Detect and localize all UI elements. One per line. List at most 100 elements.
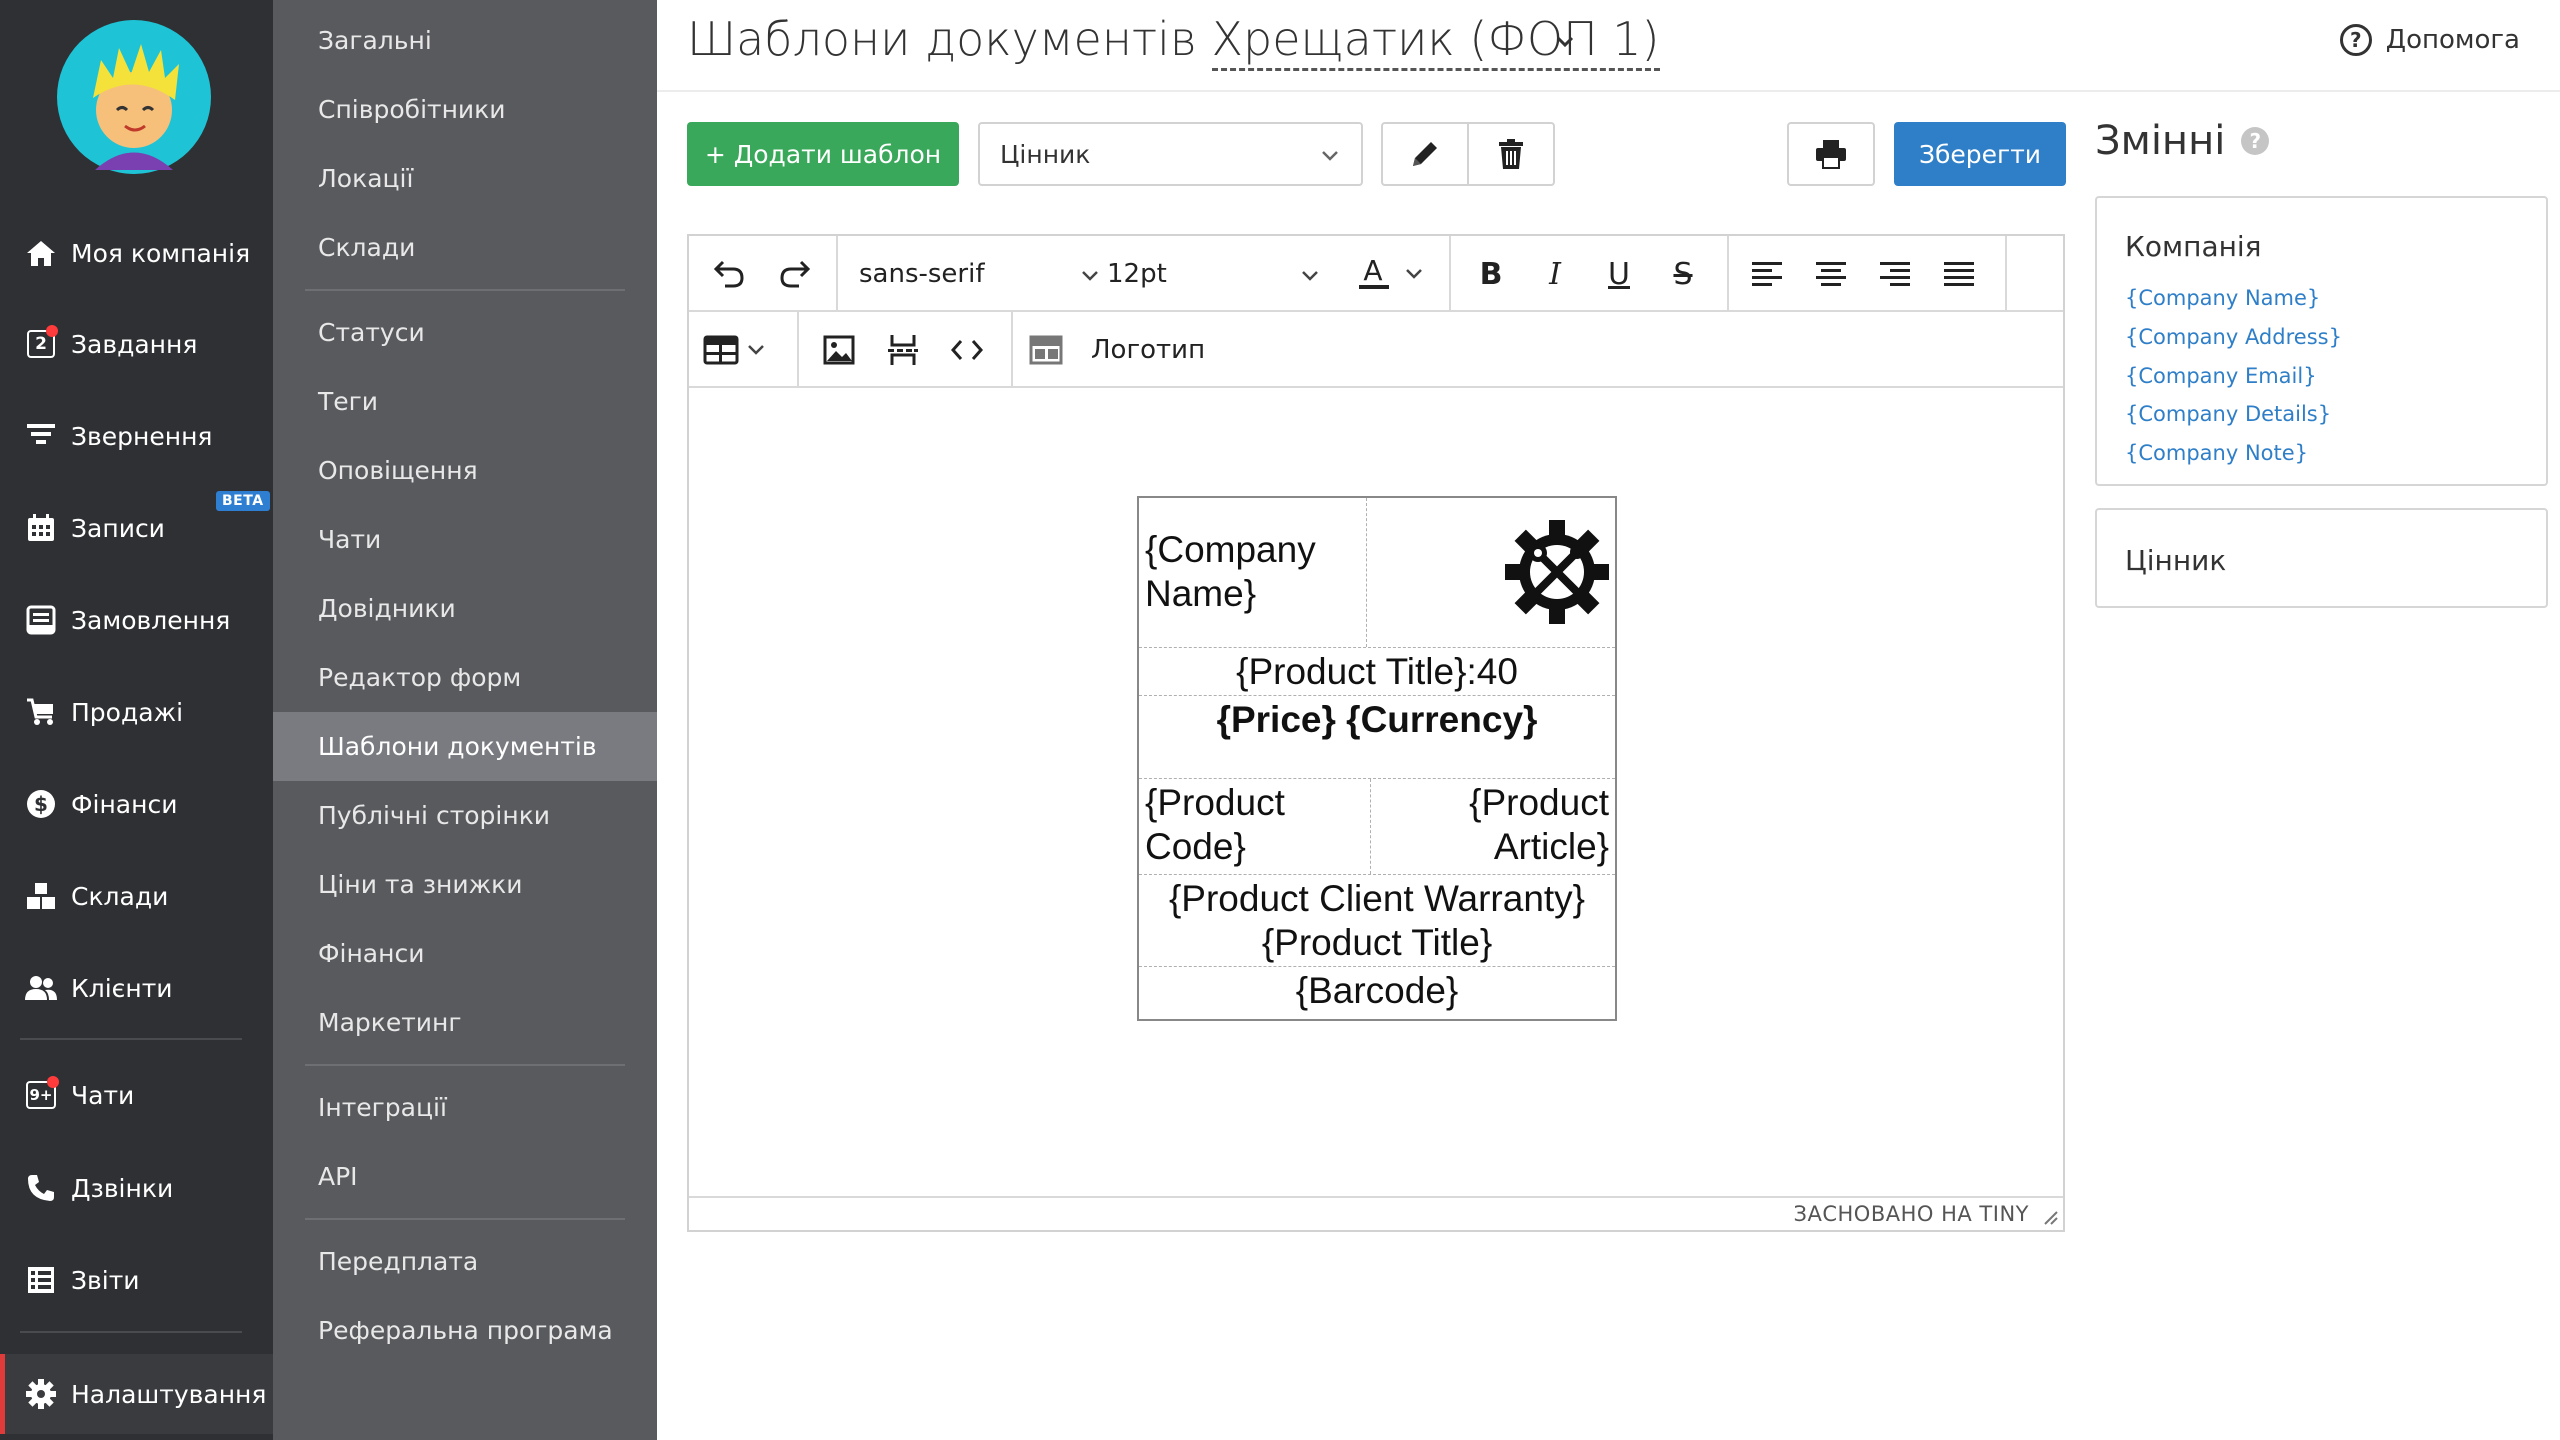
avatar[interactable]	[57, 20, 212, 175]
sidebar-item-warehouses[interactable]: Склади	[0, 864, 273, 928]
print-button[interactable]	[1787, 122, 1875, 186]
font-family-select[interactable]: sans-serif	[859, 236, 1109, 312]
variable-company-details[interactable]: {Company Details}	[2125, 402, 2331, 426]
editor-toolbar-row-2: Логотип	[689, 312, 2063, 388]
funnel-icon	[24, 419, 58, 453]
template-editor: sans-serif 12pt A B I U S Логотип {Compa…	[687, 234, 2065, 1232]
submenu-item-finance[interactable]: Фінанси	[273, 919, 657, 988]
submenu-item-subscription[interactable]: Передплата	[273, 1227, 657, 1296]
submenu-item-prices-discounts[interactable]: Ціни та знижки	[273, 850, 657, 919]
table-button[interactable]	[703, 328, 773, 372]
submenu-item-locations[interactable]: Локації	[273, 144, 657, 213]
product-title-cell[interactable]: {Product Title}	[1256, 921, 1498, 967]
sidebar-item-requests[interactable]: Звернення	[0, 404, 273, 468]
submenu-item-general[interactable]: Загальні	[273, 6, 657, 75]
chevron-down-icon[interactable]	[1554, 30, 1576, 52]
align-right-icon[interactable]	[1873, 252, 1917, 296]
gear-icon	[24, 1377, 58, 1411]
question-icon: ?	[2339, 24, 2372, 56]
logo-insert-button[interactable]: Логотип	[1029, 328, 1229, 372]
sidebar-item-records[interactable]: Записи BETA	[0, 491, 273, 560]
variable-company-note[interactable]: {Company Note}	[2125, 441, 2308, 465]
align-left-icon[interactable]	[1745, 252, 1789, 296]
submenu-item-tags[interactable]: Теги	[273, 367, 657, 436]
boxes-icon	[24, 879, 58, 913]
users-icon	[24, 971, 58, 1005]
submenu-item-api[interactable]: API	[273, 1142, 657, 1211]
sidebar-item-settings[interactable]: Налаштування	[0, 1354, 273, 1434]
variable-company-email[interactable]: {Company Email}	[2125, 364, 2317, 388]
sidebar-item-orders[interactable]: Замовлення	[0, 588, 273, 652]
submenu-item-form-editor[interactable]: Редактор форм	[273, 643, 657, 712]
sidebar-item-calls[interactable]: Дзвінки	[0, 1156, 273, 1220]
sidebar-item-tasks[interactable]: 2 Завдання	[0, 312, 273, 376]
submenu-item-referral[interactable]: Реферальна програма	[273, 1296, 657, 1365]
price-panel-title: Цінник	[2125, 544, 2227, 577]
price-tag-variables-panel[interactable]: Цінник	[2095, 508, 2548, 608]
sidebar-item-chats[interactable]: 9+ Чати	[0, 1063, 273, 1127]
company-selector[interactable]: Хрещатик (ФОП 1)	[1211, 12, 1660, 71]
beta-badge: BETA	[216, 491, 270, 511]
submenu-item-warehouses[interactable]: Склади	[273, 213, 657, 282]
help-link[interactable]: ? Допомога	[2339, 24, 2520, 56]
align-justify-icon[interactable]	[1937, 252, 1981, 296]
help-hint-icon[interactable]: ?	[2241, 127, 2270, 155]
submenu-item-directories[interactable]: Довідники	[273, 574, 657, 643]
sidebar-item-clients[interactable]: Клієнти	[0, 956, 273, 1020]
company-name-cell[interactable]: {Company Name}	[1139, 498, 1367, 647]
submenu-item-chats[interactable]: Чати	[273, 505, 657, 574]
submenu-item-notifications[interactable]: Оповіщення	[273, 436, 657, 505]
submenu-item-statuses[interactable]: Статуси	[273, 298, 657, 367]
chevron-down-icon	[1082, 271, 1098, 281]
phone-icon	[24, 1171, 58, 1205]
edit-template-button[interactable]	[1381, 122, 1469, 186]
table-icon	[703, 335, 764, 365]
align-center-icon[interactable]	[1809, 252, 1853, 296]
template-select[interactable]: Цінник	[978, 122, 1363, 186]
submenu-item-integrations[interactable]: Інтеграції	[273, 1073, 657, 1142]
logo-cell[interactable]	[1367, 498, 1615, 647]
delete-template-button[interactable]	[1467, 122, 1555, 186]
page-header: Шаблони документів Хрещатик (ФОП 1) ? До…	[657, 0, 2560, 92]
editor-statusbar: ЗАСНОВАНО НА TINY	[689, 1196, 2063, 1230]
editor-content-area[interactable]: {Company Name} {Product Title}:40 {Price…	[689, 390, 2063, 1190]
variable-company-address[interactable]: {Company Address}	[2125, 325, 2342, 349]
table-row: {Price} {Currency}	[1139, 696, 1615, 779]
price-tag-table[interactable]: {Company Name} {Product Title}:40 {Price…	[1137, 496, 1617, 1021]
resize-handle-icon[interactable]	[2041, 1208, 2059, 1226]
sidebar-item-sales[interactable]: Продажі	[0, 680, 273, 744]
calendar-icon	[24, 511, 58, 545]
product-article-cell[interactable]: {Product Article}	[1371, 779, 1615, 874]
warranty-cell[interactable]: {Product Client Warranty}	[1163, 875, 1591, 921]
source-code-icon[interactable]	[945, 328, 989, 372]
submenu-item-marketing[interactable]: Маркетинг	[273, 988, 657, 1057]
save-button[interactable]: Зберегти	[1894, 122, 2066, 186]
page-break-icon[interactable]	[881, 328, 925, 372]
image-icon[interactable]	[817, 328, 861, 372]
price-cell[interactable]: {Price} {Currency}	[1211, 696, 1544, 778]
strikethrough-icon[interactable]: S	[1661, 252, 1705, 296]
variable-company-name[interactable]: {Company Name}	[2125, 286, 2320, 310]
underline-icon[interactable]: U	[1597, 252, 1641, 296]
powered-by-link[interactable]: ЗАСНОВАНО НА TINY	[1794, 1202, 2029, 1226]
submenu-item-employees[interactable]: Співробітники	[273, 75, 657, 144]
font-size-select[interactable]: 12pt	[1107, 236, 1337, 312]
submenu-item-public-pages[interactable]: Публічні сторінки	[273, 781, 657, 850]
product-title-cell[interactable]: {Product Title}:40	[1230, 648, 1524, 695]
bold-icon[interactable]: B	[1469, 252, 1513, 296]
chevron-down-icon	[1322, 151, 1338, 161]
sidebar-item-reports[interactable]: Звіти	[0, 1248, 273, 1312]
add-template-button[interactable]: + Додати шаблон	[687, 122, 959, 186]
sidebar-item-finance[interactable]: $ Фінанси	[0, 772, 273, 836]
redo-icon[interactable]	[773, 252, 817, 296]
text-color-icon: A	[1359, 254, 1422, 289]
table-row: {Barcode}	[1139, 967, 1615, 1019]
sidebar-item-my-company[interactable]: Моя компанія	[0, 221, 273, 285]
text-color-button[interactable]: A	[1357, 252, 1427, 296]
submenu-item-document-templates[interactable]: Шаблони документів	[273, 712, 657, 781]
barcode-cell[interactable]: {Barcode}	[1290, 967, 1465, 1019]
italic-icon[interactable]: I	[1533, 252, 1577, 296]
undo-icon[interactable]	[707, 252, 751, 296]
product-code-cell[interactable]: {Product Code}	[1139, 779, 1371, 874]
submenu-divider	[305, 1218, 625, 1220]
